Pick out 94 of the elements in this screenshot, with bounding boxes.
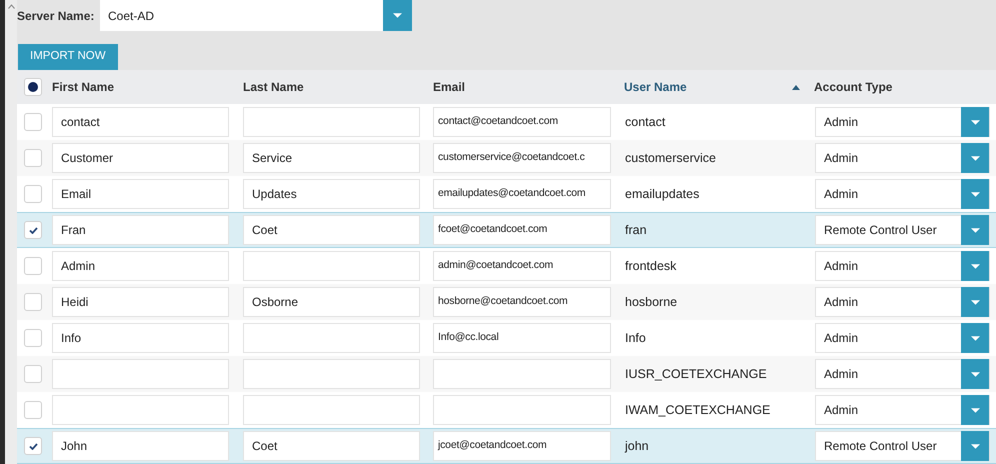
checkbox[interactable]: [24, 113, 42, 131]
text-field[interactable]: hosborne@coetandcoet.com: [433, 287, 611, 317]
caret-down-icon: [970, 300, 980, 304]
table-row[interactable]: IWAM_COETEXCHANGE Admin: [17, 392, 996, 428]
caret-down-icon: [970, 120, 980, 124]
user-name-text: john: [625, 438, 650, 455]
text-field[interactable]: contact@coetandcoet.com: [433, 107, 611, 137]
text-field[interactable]: fcoet@coetandcoet.com: [433, 215, 611, 245]
text-field[interactable]: Service: [243, 143, 420, 173]
user-name-text: IUSR_COETEXCHANGE: [625, 366, 768, 383]
server-select[interactable]: Coet-AD: [100, 0, 412, 31]
account-type-select[interactable]: Admin: [815, 287, 990, 317]
column-header[interactable]: Last Name: [243, 78, 304, 96]
checkbox[interactable]: [24, 185, 42, 203]
text-field[interactable]: [243, 251, 420, 281]
account-type-select[interactable]: Admin: [815, 323, 990, 353]
text-field[interactable]: Info: [52, 323, 229, 353]
caret-down-icon: [970, 444, 980, 448]
checkbox[interactable]: [24, 329, 42, 347]
text-field[interactable]: Coet: [243, 215, 420, 245]
text-field[interactable]: customerservice@coetandcoet.c: [433, 143, 611, 173]
user-name-text: frontdesk: [625, 258, 678, 275]
table-row[interactable]: IUSR_COETEXCHANGE Admin: [17, 356, 996, 392]
text-field[interactable]: [52, 359, 229, 389]
column-header[interactable]: User Name: [624, 78, 687, 96]
check-icon: [28, 226, 38, 234]
text-field[interactable]: Coet: [243, 431, 420, 461]
checkbox[interactable]: [24, 257, 42, 275]
text-field[interactable]: Fran: [52, 215, 229, 245]
checkbox[interactable]: [24, 149, 42, 167]
text-field[interactable]: [52, 395, 229, 425]
check-icon: [28, 442, 38, 450]
table-row[interactable]: Heidi Osborne hosborne@coetandcoet.com hosborne Admin: [17, 284, 996, 320]
account-type-select[interactable]: Admin: [815, 359, 990, 389]
checkbox[interactable]: [24, 221, 42, 239]
text-field[interactable]: Updates: [243, 179, 420, 209]
account-type-select[interactable]: Admin: [815, 395, 990, 425]
text-field[interactable]: [433, 395, 611, 425]
account-type-select[interactable]: Admin: [815, 107, 990, 137]
column-header[interactable]: Email: [433, 78, 466, 96]
text-field[interactable]: Email: [52, 179, 229, 209]
caret-down-icon: [970, 372, 980, 376]
checkbox[interactable]: [24, 365, 42, 383]
caret-down-icon: [970, 264, 980, 268]
text-field[interactable]: Admin: [52, 251, 229, 281]
text-field[interactable]: [243, 323, 420, 353]
server-name-label: Server Name:: [17, 8, 96, 25]
checkbox[interactable]: [24, 78, 42, 96]
column-header[interactable]: Account Type: [814, 78, 892, 96]
account-type-select[interactable]: Admin: [815, 143, 990, 173]
text-field[interactable]: emailupdates@coetandcoet.com: [433, 179, 611, 209]
table-row[interactable]: Fran Coet fcoet@coetandcoet.com fran Remote Control User: [17, 212, 996, 248]
scroll-up-icon[interactable]: [8, 4, 14, 9]
checkbox-indicator-icon: [28, 82, 38, 92]
table-row[interactable]: John Coet jcoet@coetandcoet.com john Remote Control User: [17, 428, 996, 464]
text-field[interactable]: contact: [52, 107, 229, 137]
text-field[interactable]: jcoet@coetandcoet.com: [433, 431, 611, 461]
user-name-text: fran: [625, 222, 648, 239]
text-field[interactable]: [243, 107, 420, 137]
account-type-select[interactable]: Admin: [815, 251, 990, 281]
text-field[interactable]: Info@cc.local: [433, 323, 611, 353]
account-type-select[interactable]: Remote Control User: [815, 431, 990, 461]
table-row[interactable]: Email Updates emailupdates@coetandcoet.com emailupdates Admin: [17, 176, 996, 212]
text-field[interactable]: [243, 395, 420, 425]
user-name-text: customerservice: [625, 150, 717, 167]
text-field[interactable]: John: [52, 431, 229, 461]
text-field[interactable]: [243, 359, 420, 389]
caret-down-icon: [393, 13, 402, 18]
user-name-text: emailupdates: [625, 186, 700, 203]
checkbox[interactable]: [24, 401, 42, 419]
sort-ascending-icon: [792, 84, 800, 90]
table-row[interactable]: contact contact@coetandcoet.com contact Admin: [17, 104, 996, 140]
user-name-text: contact: [625, 114, 666, 131]
table-row[interactable]: Admin admin@coetandcoet.com frontdesk Admin: [17, 248, 996, 284]
user-name-text: Info: [625, 330, 647, 347]
column-header[interactable]: First Name: [52, 78, 114, 96]
account-type-select[interactable]: Admin: [815, 179, 990, 209]
checkbox[interactable]: [24, 293, 42, 311]
caret-down-icon: [970, 408, 980, 412]
text-field[interactable]: Heidi: [52, 287, 229, 317]
checkbox[interactable]: [24, 437, 42, 455]
caret-down-icon: [970, 192, 980, 196]
caret-down-icon: [970, 228, 980, 232]
text-field[interactable]: Osborne: [243, 287, 420, 317]
caret-down-icon: [970, 336, 980, 340]
table-row[interactable]: Info Info@cc.local Info Admin: [17, 320, 996, 356]
user-name-text: IWAM_COETEXCHANGE: [625, 402, 772, 419]
text-field[interactable]: admin@coetandcoet.com: [433, 251, 611, 281]
text-field[interactable]: [433, 359, 611, 389]
user-name-text: hosborne: [625, 294, 678, 311]
caret-down-icon: [970, 156, 980, 160]
table-row[interactable]: Customer Service customerservice@coetandcoet.c customerservice Admin: [17, 140, 996, 176]
account-type-select[interactable]: Remote Control User: [815, 215, 990, 245]
text-field[interactable]: Customer: [52, 143, 229, 173]
